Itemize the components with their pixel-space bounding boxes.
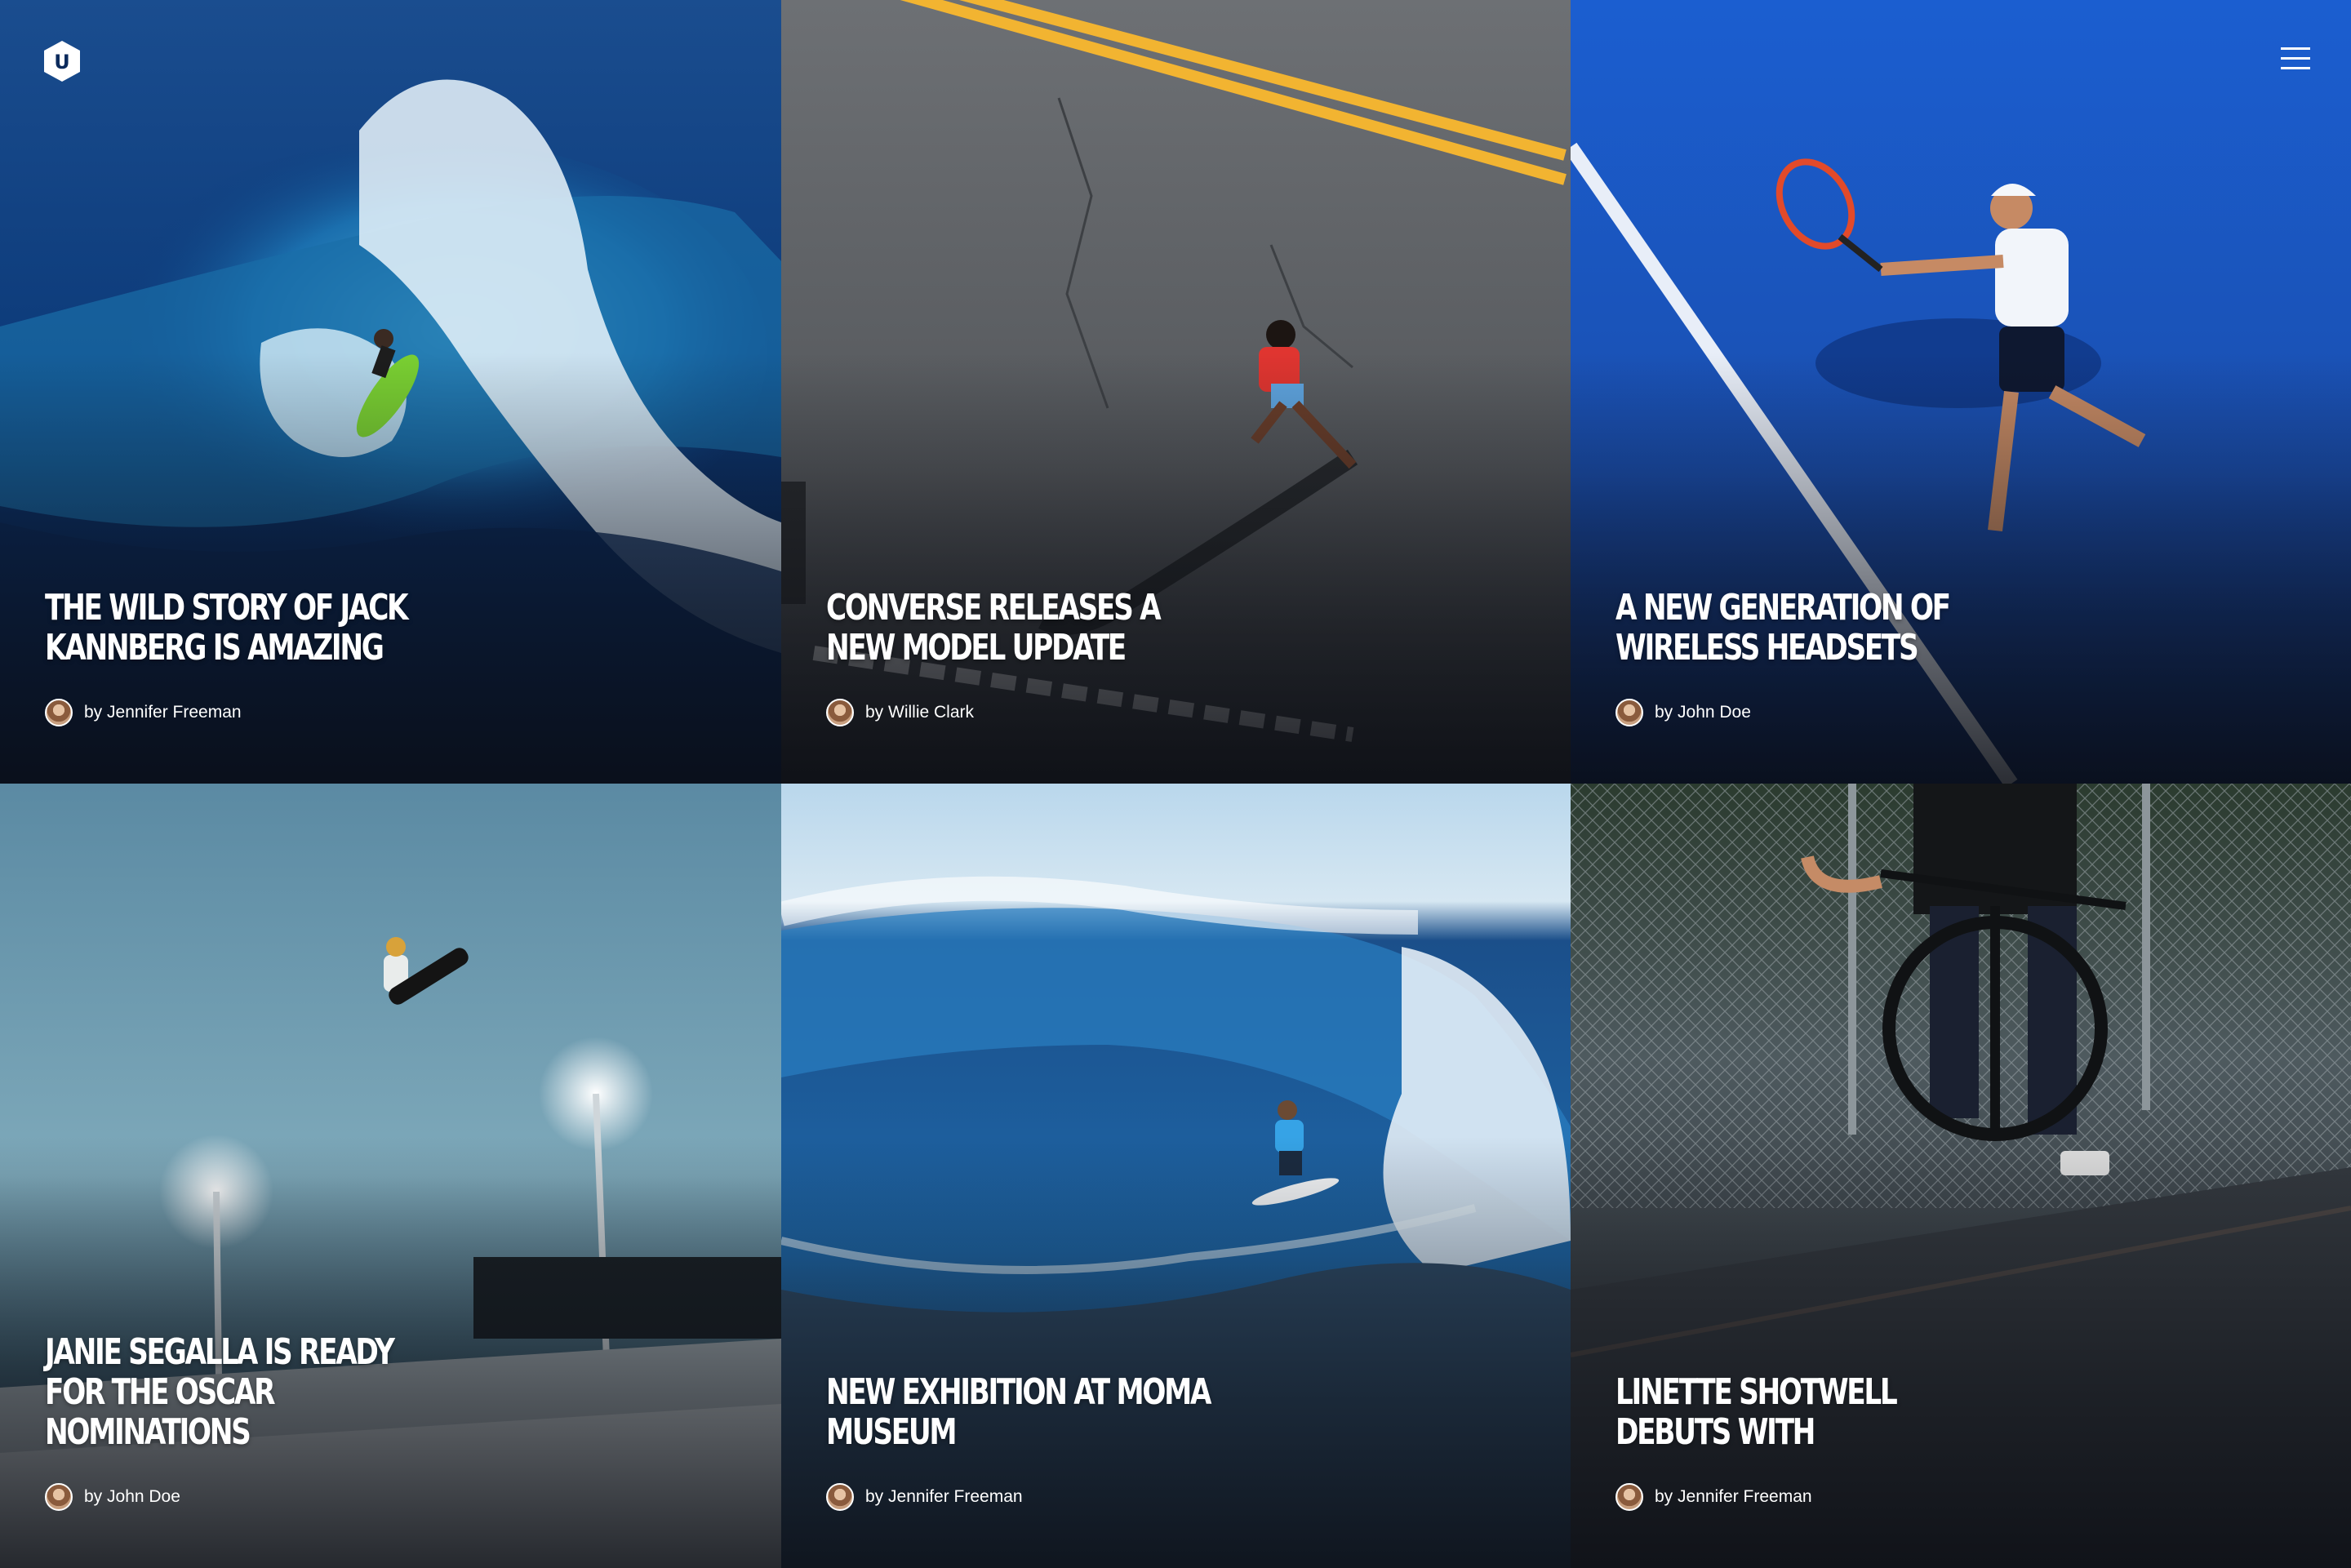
author-name[interactable]: by Jennifer Freeman	[865, 1487, 1023, 1507]
article-card[interactable]: JANIE SEGALLA IS READY FOR THE OSCAR NOM…	[0, 784, 781, 1568]
author-avatar[interactable]	[826, 699, 854, 726]
article-caption: JANIE SEGALLA IS READY FOR THE OSCAR NOM…	[45, 1332, 749, 1511]
article-caption: NEW EXHIBITION AT MOMA MUSEUM by Jennife…	[826, 1372, 1538, 1511]
author-avatar[interactable]	[45, 699, 73, 726]
article-card[interactable]: NEW EXHIBITION AT MOMA MUSEUM by Jennife…	[781, 784, 1571, 1568]
article-card[interactable]: A NEW GENERATION OF WIRELESS HEADSETS by…	[1571, 0, 2351, 784]
author-avatar[interactable]	[1615, 1483, 1643, 1511]
author-name[interactable]: by John Doe	[1655, 703, 1751, 722]
author-avatar[interactable]	[45, 1483, 73, 1511]
article-caption: THE WILD STORY OF JACK KANNBERG IS AMAZI…	[45, 588, 749, 726]
article-card[interactable]: LINETTE SHOTWELL DEBUTS WITH by Jennifer…	[1571, 784, 2351, 1568]
author-name[interactable]: by Jennifer Freeman	[1655, 1487, 1812, 1507]
author-name[interactable]: by Willie Clark	[865, 703, 974, 722]
article-byline: by John Doe	[1615, 699, 2318, 726]
author-name[interactable]: by Jennifer Freeman	[84, 703, 242, 722]
article-grid: THE WILD STORY OF JACK KANNBERG IS AMAZI…	[0, 0, 2351, 1568]
article-title[interactable]: NEW EXHIBITION AT MOMA MUSEUM	[826, 1372, 1221, 1452]
article-card[interactable]: THE WILD STORY OF JACK KANNBERG IS AMAZI…	[0, 0, 781, 784]
logo-letter: U	[54, 51, 70, 73]
hamburger-menu-icon[interactable]	[2281, 47, 2310, 70]
article-byline: by Jennifer Freeman	[1615, 1483, 2318, 1511]
article-byline: by Jennifer Freeman	[826, 1483, 1538, 1511]
author-avatar[interactable]	[1615, 699, 1643, 726]
article-caption: LINETTE SHOTWELL DEBUTS WITH by Jennifer…	[1615, 1372, 2318, 1511]
article-caption: A NEW GENERATION OF WIRELESS HEADSETS by…	[1615, 588, 2318, 726]
article-title[interactable]: THE WILD STORY OF JACK KANNBERG IS AMAZI…	[45, 588, 440, 668]
logo-icon[interactable]: U	[42, 39, 82, 83]
article-title[interactable]: LINETTE SHOTWELL DEBUTS WITH	[1615, 1372, 2011, 1452]
article-title[interactable]: CONVERSE RELEASES A NEW MODEL UPDATE	[826, 588, 1221, 668]
article-byline: by Willie Clark	[826, 699, 1538, 726]
article-caption: CONVERSE RELEASES A NEW MODEL UPDATE by …	[826, 588, 1538, 726]
article-card[interactable]: CONVERSE RELEASES A NEW MODEL UPDATE by …	[781, 0, 1571, 784]
author-avatar[interactable]	[826, 1483, 854, 1511]
article-byline: by John Doe	[45, 1483, 749, 1511]
article-title[interactable]: JANIE SEGALLA IS READY FOR THE OSCAR NOM…	[45, 1332, 440, 1452]
author-name[interactable]: by John Doe	[84, 1487, 180, 1507]
article-byline: by Jennifer Freeman	[45, 699, 749, 726]
article-title[interactable]: A NEW GENERATION OF WIRELESS HEADSETS	[1615, 588, 2011, 668]
